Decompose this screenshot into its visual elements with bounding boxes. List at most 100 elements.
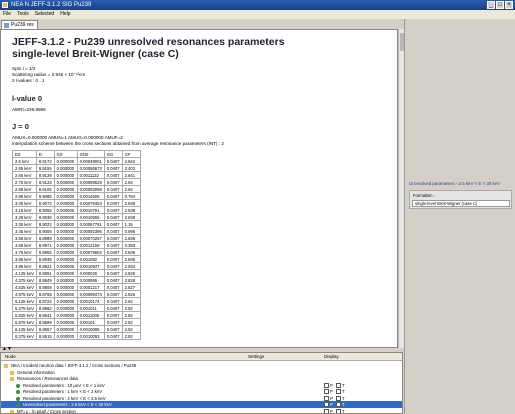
- table-cell: 8.8849: [35, 276, 55, 284]
- display-checkbox[interactable]: [324, 395, 329, 401]
- table-cell: 2.82: [121, 297, 141, 305]
- interpolation-text: Interpolation scheme between the cross s…: [12, 141, 224, 146]
- table-cell: 0.000995: [76, 276, 105, 284]
- table-row: 4.375 keV 8.8849 0.000000 0.000995 0.0407 2.8…: [12, 276, 141, 284]
- table-row: 4.125 keV 8.8891 0.000000 0.000026 0.0407 2.8…: [12, 269, 141, 277]
- bullet-icon: [16, 396, 20, 401]
- table-cell: 2.82: [121, 325, 141, 333]
- table-row: 4.625 keV 8.8808 0.000000 0.0001217 0.0407 2.…: [12, 283, 141, 291]
- table-cell: 8.8682: [35, 304, 55, 312]
- minimize-button[interactable]: _: [487, 1, 495, 9]
- display-checkbox[interactable]: [336, 402, 341, 407]
- display-checkbox[interactable]: [336, 408, 341, 413]
- menu-tools[interactable]: Tools: [17, 10, 29, 19]
- close-button[interactable]: ×: [505, 1, 513, 9]
- display-checkbox[interactable]: [324, 382, 329, 388]
- table-row: 5.625 keV 8.8641 0.000000 0.0011005 0.0407 2.…: [12, 311, 141, 319]
- display-checkbox[interactable]: [336, 395, 341, 401]
- table-cell: 0.000000: [53, 255, 78, 263]
- formalism-field[interactable]: single-level Breit-Wigner (case C): [412, 200, 510, 207]
- table-cell: 0.000000: [53, 248, 78, 256]
- table-cell: 2.84: [121, 178, 141, 186]
- maximize-button[interactable]: □: [496, 1, 504, 9]
- table-cell: 0.000000: [53, 311, 78, 319]
- table-cell: 0.000000: [53, 164, 78, 172]
- table-cell: 0.0014506: [76, 192, 105, 200]
- menu-bar: File Tools Selected Help: [0, 10, 515, 19]
- display-checkbox[interactable]: [324, 389, 329, 394]
- table-cell: 0.0407: [103, 220, 123, 228]
- tree-header-display[interactable]: Display: [324, 353, 339, 361]
- table-cell: 4.625 keV: [12, 283, 37, 291]
- table-cell: 0.0407: [103, 248, 123, 256]
- window-title: NEA N JEFF-3.1.2 SIG Pu239: [11, 2, 92, 8]
- table-cell: 2.838: [121, 213, 141, 221]
- table-cell: 2.65 keV: [12, 171, 37, 179]
- table-cell: 2.82: [121, 304, 141, 312]
- table-cell: 0.000000: [53, 234, 78, 242]
- tree-header-node[interactable]: Node: [5, 353, 16, 361]
- table-cell: 0.001011: [76, 304, 105, 312]
- table-cell: 0.000000: [53, 206, 78, 214]
- table-cell: 0.00070257: [76, 234, 105, 242]
- table-cell: 8.8971: [35, 241, 55, 249]
- table-cell: 8.9022: [35, 220, 55, 228]
- display-checkbox[interactable]: [324, 408, 329, 413]
- table-cell: 0.0407: [103, 241, 123, 249]
- table-cell: 0.001082: [76, 255, 105, 263]
- display-checkbox[interactable]: [336, 382, 341, 388]
- table-cell: 0.0407: [103, 227, 123, 235]
- properties-panel: Unresolved parameters - 2.5 keV < E < 30…: [404, 19, 515, 414]
- table-cell: 0.000000: [53, 185, 78, 193]
- table-row: 2.55 keV 8.9155 0.000000 0.00086673 0.0407 2.…: [12, 164, 141, 172]
- table-cell: 2.95 keV: [12, 192, 37, 200]
- table-cell: 0.0407: [103, 290, 123, 298]
- display-checkbox[interactable]: [324, 402, 329, 407]
- table-cell: 2.829: [121, 269, 141, 277]
- table-cell: 8.8557: [35, 325, 55, 333]
- tree-header-settings[interactable]: Settings: [248, 353, 264, 361]
- table-cell: 3.75 keV: [12, 248, 37, 256]
- table-cell: 0.0010093: [76, 332, 105, 340]
- document-view[interactable]: JEFF-3.1.2 - Pu239 unresolved resonances…: [0, 29, 398, 348]
- table-cell: 3.55 keV: [12, 234, 37, 242]
- table-cell: 0.393: [121, 241, 141, 249]
- bullet-icon: [16, 390, 20, 394]
- display-checkbox-label: T: [342, 408, 345, 414]
- table-row: 5.875 keV 8.8599 0.000000 0.00101 0.0407 2.82: [12, 318, 141, 326]
- table-cell: 0.0407: [103, 192, 123, 200]
- menu-help[interactable]: Help: [60, 10, 70, 19]
- table-cell: 0.784: [121, 192, 141, 200]
- table-row: 4.875 keV 8.8766 0.000000 0.00099474 0.0407 2…: [12, 290, 141, 298]
- table-cell: 2.839: [121, 199, 141, 207]
- tree-header: Node Settings Display: [1, 353, 402, 361]
- table-cell: 0.000000: [53, 318, 78, 326]
- table-row: 3.85 keV 8.8938 0.000000 0.001082 0.0407 2.83…: [12, 255, 141, 263]
- table-row: 3.15 keV 8.9055 0.000000 0.0010791 0.0407 2.8…: [12, 206, 141, 214]
- display-checkbox[interactable]: [336, 389, 341, 394]
- table-cell: 6.375 keV: [12, 332, 37, 340]
- j-heading: J = 0: [12, 122, 29, 131]
- table-cell: 8.9038: [35, 213, 55, 221]
- table-cell: 8.8515: [35, 332, 55, 340]
- table-cell: 0.0407: [103, 318, 123, 326]
- table-cell: 0.0407: [103, 276, 123, 284]
- table-cell: 0.00086673: [76, 164, 105, 172]
- formalism-label: Formalism :: [413, 193, 435, 198]
- table-cell: 8.9155: [35, 164, 55, 172]
- tab-pu239-res[interactable]: Pu239 res: [1, 20, 38, 29]
- table-cell: 8.8921: [35, 262, 55, 270]
- tree-row[interactable]: MT=1 : (n,total) / Cross section P T: [1, 408, 402, 414]
- table-cell: 2.841: [121, 171, 141, 179]
- table-row: 3.55 keV 8.8988 0.000000 0.00070257 0.0407 2.…: [12, 234, 141, 242]
- table-cell: 0.000000: [53, 269, 78, 277]
- table-cell: 0.0010937: [76, 262, 105, 270]
- table-row: 2.65 keV 8.9139 0.000000 0.0011132 0.0407 2.8…: [12, 171, 141, 179]
- table-cell: 0.00049001: [76, 157, 105, 165]
- menu-selected[interactable]: Selected: [35, 10, 54, 19]
- table-cell: 0.0407: [103, 332, 123, 340]
- table-cell: 8.9088: [35, 192, 55, 200]
- menu-file[interactable]: File: [3, 10, 11, 19]
- table-row: 3.05 keV 8.9072 0.000000 0.00079453 0.0407 2.…: [12, 199, 141, 207]
- folder-icon: [10, 377, 14, 381]
